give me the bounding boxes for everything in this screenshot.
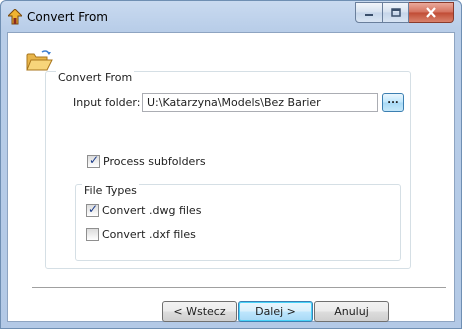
- maximize-button[interactable]: [383, 2, 409, 23]
- open-folder-icon: [26, 50, 53, 71]
- process-subfolders-checkbox[interactable]: [87, 153, 100, 168]
- window-controls: [355, 2, 454, 23]
- minimize-button[interactable]: [355, 2, 383, 23]
- close-button[interactable]: [409, 2, 454, 23]
- close-icon: [426, 7, 436, 18]
- convert-from-group-label: Convert From: [56, 71, 135, 84]
- back-button[interactable]: < Wstecz: [162, 301, 237, 322]
- convert-dwg-label: Convert .dwg files: [102, 204, 202, 217]
- input-folder-label: Input folder:: [73, 96, 141, 109]
- convert-dxf-checkbox[interactable]: [86, 228, 99, 241]
- home-arrow-icon: [8, 9, 22, 25]
- input-folder-field[interactable]: [142, 93, 378, 112]
- browse-button[interactable]: ...: [382, 93, 404, 112]
- convert-dwg-checkbox[interactable]: [86, 202, 99, 217]
- convert-dxf-label: Convert .dxf files: [102, 228, 196, 241]
- process-subfolders-label: Process subfolders: [103, 155, 206, 168]
- file-types-group-label: File Types: [82, 184, 139, 197]
- button-separator: [32, 287, 446, 289]
- maximize-icon: [390, 8, 401, 17]
- minimize-icon: [365, 13, 373, 16]
- cancel-button[interactable]: Anuluj: [314, 301, 389, 322]
- title-bar[interactable]: Convert From: [1, 1, 461, 33]
- window-title: Convert From: [27, 10, 108, 24]
- next-button[interactable]: Dalej >: [238, 301, 313, 322]
